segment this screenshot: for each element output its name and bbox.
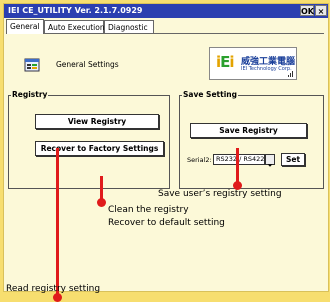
ok-button[interactable]: OK bbox=[300, 5, 314, 16]
save-setting-group-title: Save Setting bbox=[182, 90, 238, 99]
tab-general[interactable]: General bbox=[6, 19, 44, 34]
general-tab-panel: General Settings iEi 威強工業電腦 IEI Technolo… bbox=[6, 33, 324, 284]
read-annotation-pointer bbox=[56, 148, 59, 294]
logo-english-name: IEI Technology Corp. bbox=[241, 66, 292, 72]
registry-group-title: Registry bbox=[11, 90, 49, 99]
general-settings-heading: General Settings bbox=[56, 60, 119, 69]
signal-icon bbox=[288, 71, 293, 77]
view-registry-button[interactable]: View Registry bbox=[35, 114, 159, 129]
general-settings-icon bbox=[24, 58, 40, 72]
save-annotation-text: Save user’s registry setting bbox=[158, 189, 282, 199]
serial2-label: Serial2: bbox=[187, 156, 212, 164]
serial2-mode-select[interactable]: RS232 / RS422 bbox=[213, 154, 265, 165]
logo-iei-mark: iEi bbox=[216, 53, 235, 71]
recover-factory-settings-button[interactable]: Recover to Factory Settings bbox=[35, 141, 164, 156]
close-button[interactable]: × bbox=[315, 5, 327, 16]
ce-utility-window: IEI CE_UTILITY Ver. 2.1.7.0929 OK × Gene… bbox=[3, 3, 329, 292]
chevron-down-icon bbox=[267, 164, 273, 167]
registry-group: Registry View Registry Recover to Factor… bbox=[8, 90, 170, 189]
save-registry-button[interactable]: Save Registry bbox=[190, 123, 307, 138]
set-button[interactable]: Set bbox=[281, 153, 305, 166]
serial2-dropdown-button[interactable] bbox=[265, 154, 275, 167]
clean-annotation-dot bbox=[97, 198, 106, 207]
save-annotation-pointer bbox=[236, 148, 239, 184]
tab-auto-execution[interactable]: Auto Execution bbox=[44, 20, 105, 34]
iei-logo: iEi 威強工業電腦 IEI Technology Corp. bbox=[209, 47, 297, 80]
window-title: IEI CE_UTILITY Ver. 2.1.7.0929 bbox=[8, 6, 143, 15]
clean-annotation-line1: Clean the registry bbox=[108, 205, 189, 215]
clean-annotation-line2: Recover to default setting bbox=[108, 218, 225, 228]
tab-diagnostic[interactable]: Diagnostic bbox=[104, 20, 154, 34]
window-titlebar: IEI CE_UTILITY Ver. 2.1.7.0929 bbox=[4, 4, 328, 18]
read-annotation-text: Read registry setting bbox=[6, 284, 101, 294]
save-setting-group: Save Setting Save Registry Serial2: RS23… bbox=[179, 90, 324, 189]
clean-annotation-pointer bbox=[100, 176, 103, 200]
